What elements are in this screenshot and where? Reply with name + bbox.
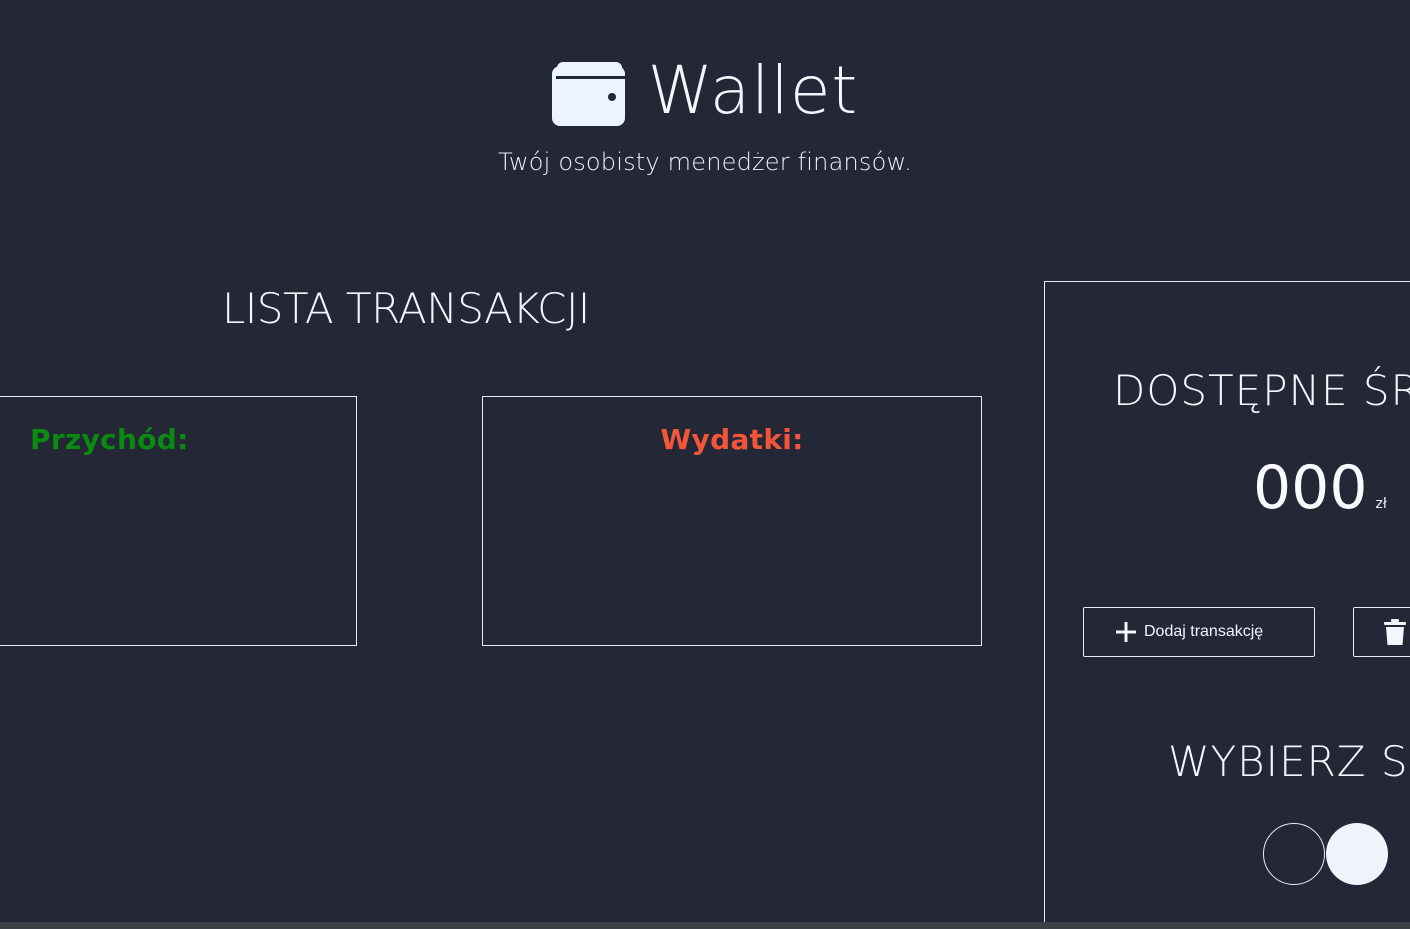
add-transaction-label: Dodaj transakcję: [1144, 623, 1264, 640]
income-heading: Przychód:: [30, 423, 189, 456]
plus-icon: [1116, 622, 1136, 642]
control-panel: DOSTĘPNE ŚR 000 zł Dodaj transakcję WYBI…: [1044, 281, 1410, 929]
balance-display: 000 zł: [1253, 458, 1387, 518]
balance-amount: 000: [1253, 453, 1368, 523]
balance-currency: zł: [1375, 496, 1387, 512]
app-title: Wallet: [647, 52, 859, 129]
light-theme-option[interactable]: [1326, 823, 1388, 885]
delete-all-button[interactable]: [1353, 607, 1410, 657]
add-transaction-button[interactable]: Dodaj transakcję: [1083, 607, 1315, 657]
wallet-app: Wallet Twój osobisty menedżer finansów. …: [0, 0, 1410, 929]
expenses-heading: Wydatki:: [660, 423, 804, 456]
transactions-list-title: LISTA TRANSAKCJI: [222, 284, 590, 333]
income-section: Przychód:: [0, 396, 357, 646]
expenses-section: Wydatki:: [482, 396, 982, 646]
app-tagline: Twój osobisty menedżer finansów.: [498, 148, 912, 176]
wallet-icon: [551, 62, 625, 126]
logo-row: Wallet: [0, 58, 1410, 126]
bottom-scrollbar[interactable]: [0, 922, 1410, 929]
app-header: Wallet Twój osobisty menedżer finansów.: [0, 58, 1410, 177]
dark-theme-option[interactable]: [1263, 823, 1325, 885]
available-funds-title: DOSTĘPNE ŚR: [1113, 366, 1410, 415]
theme-select-title: WYBIERZ S: [1168, 737, 1409, 786]
trash-icon: [1384, 619, 1406, 645]
